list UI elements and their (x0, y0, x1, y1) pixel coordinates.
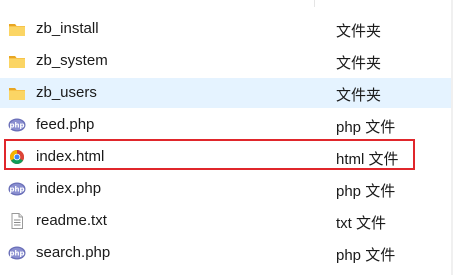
file-name: search.php (36, 244, 111, 261)
list-item[interactable]: php search.php php 文件 (0, 238, 453, 268)
file-name: zb_system (36, 52, 108, 69)
file-type: html 文件 (336, 151, 399, 168)
text-file-icon (8, 213, 26, 229)
chrome-icon (8, 149, 26, 165)
column-header-strip (0, 0, 453, 8)
file-name: zb_install (36, 20, 99, 37)
file-type: php 文件 (336, 119, 396, 136)
svg-text:php: php (9, 122, 24, 130)
php-file-icon: php (8, 181, 26, 197)
column-divider[interactable] (314, 0, 315, 7)
php-file-icon: php (8, 245, 26, 261)
svg-text:php: php (9, 186, 24, 194)
list-item[interactable]: php feed.php php 文件 (0, 110, 453, 140)
file-type: txt 文件 (336, 215, 387, 232)
folder-icon (8, 21, 26, 37)
file-type: php 文件 (336, 247, 396, 264)
folder-icon (8, 85, 26, 101)
file-name: zb_users (36, 84, 97, 101)
svg-text:php: php (9, 250, 24, 258)
folder-icon (8, 53, 26, 69)
file-list: zb_install 文件夹 zb_system 文件夹 zb_users 文件… (0, 0, 453, 275)
file-name: index.html (36, 148, 105, 165)
list-item[interactable]: zb_system 文件夹 (0, 46, 453, 76)
list-item[interactable]: zb_install 文件夹 (0, 14, 453, 44)
php-file-icon: php (8, 117, 26, 133)
list-item[interactable]: readme.txt txt 文件 (0, 206, 453, 236)
file-name: index.php (36, 180, 102, 197)
file-type: 文件夹 (336, 23, 382, 40)
file-name: feed.php (36, 116, 95, 133)
list-item[interactable]: index.html html 文件 (0, 142, 453, 172)
file-name: readme.txt (36, 212, 107, 229)
list-item[interactable]: php index.php php 文件 (0, 174, 453, 204)
file-type: 文件夹 (336, 55, 382, 72)
file-type: php 文件 (336, 183, 396, 200)
file-type: 文件夹 (336, 87, 382, 104)
list-item[interactable]: zb_users 文件夹 (0, 78, 453, 108)
